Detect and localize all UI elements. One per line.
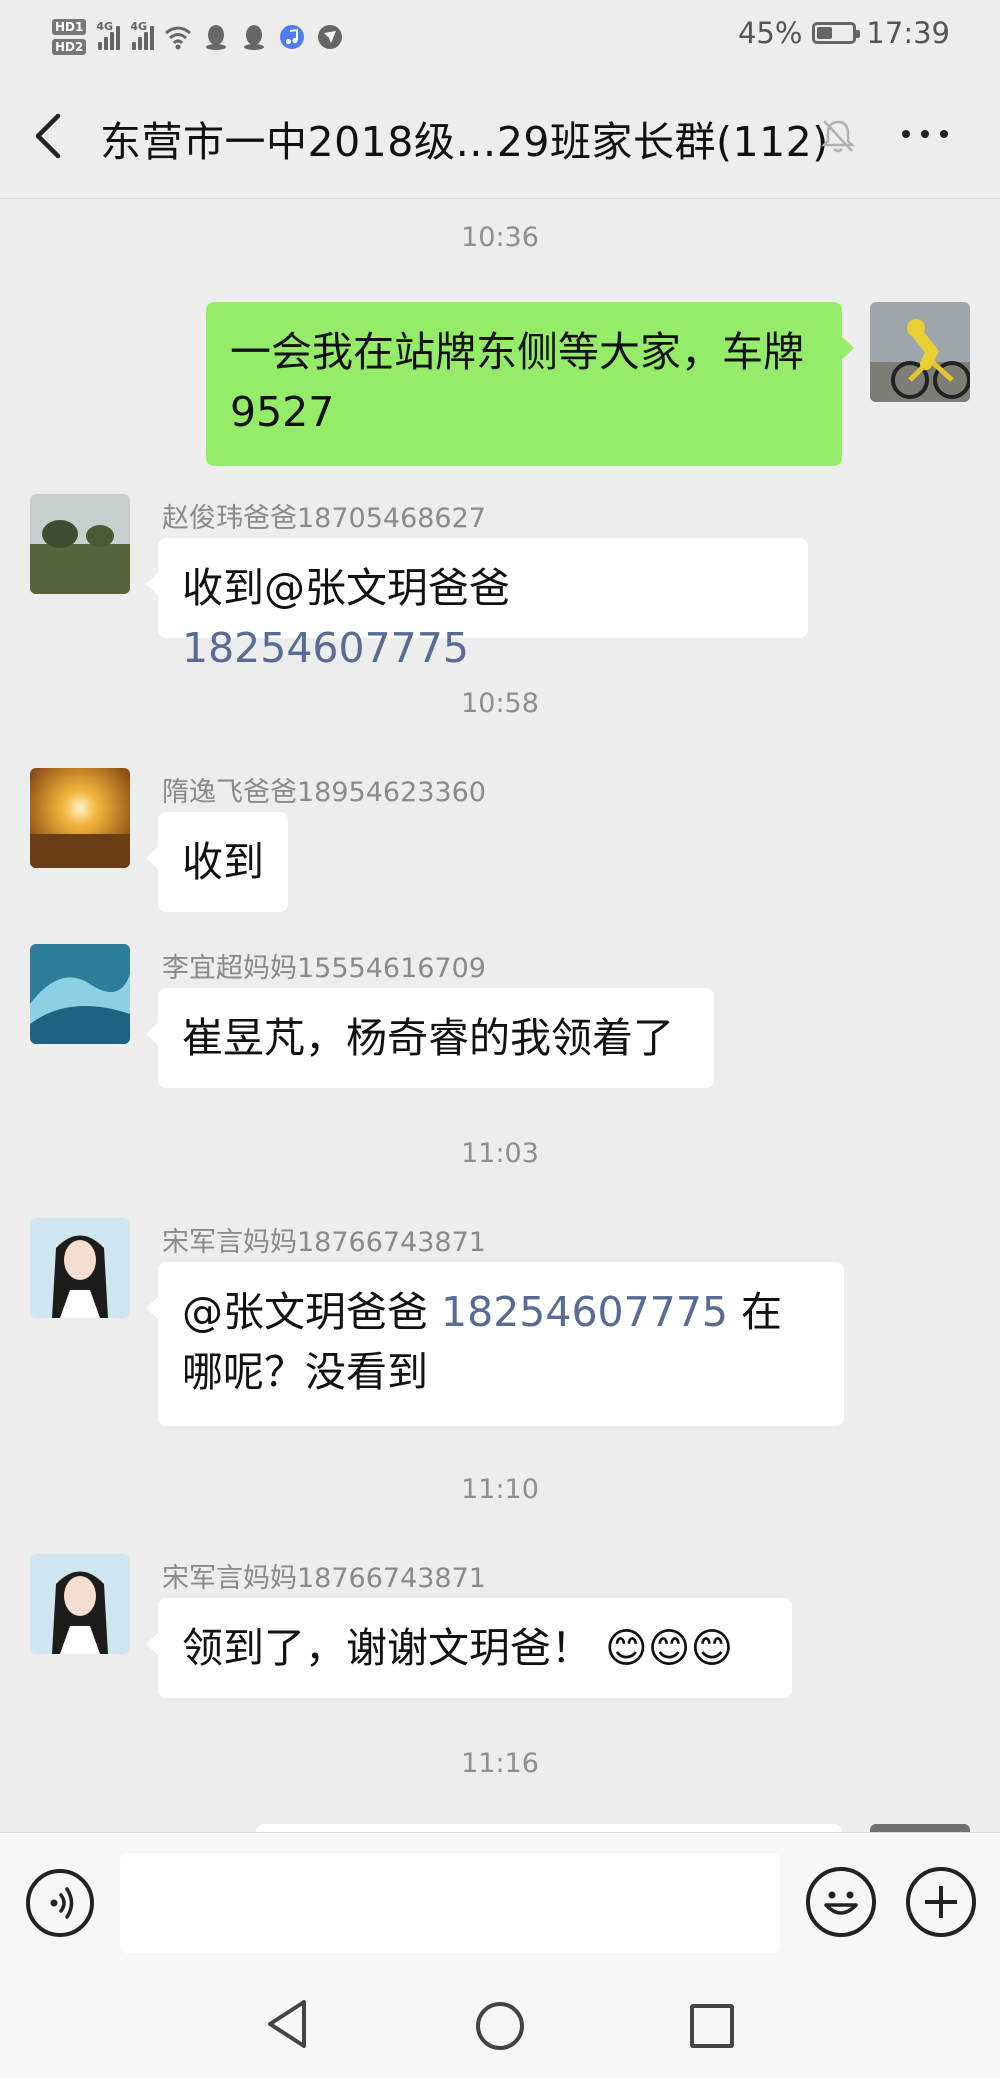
message-text: 收到@张文玥爸爸: [182, 564, 510, 612]
plus-icon[interactable]: [906, 1867, 976, 1937]
partial-message-bubble[interactable]: [256, 1824, 842, 1832]
status-indicators: HD1 HD2 4G 4G: [52, 10, 344, 64]
sender-name: 赵俊玮爸爸18705468627: [162, 503, 486, 534]
phone-link[interactable]: 18254607775: [182, 624, 469, 672]
sender-name: 宋军言妈妈18766743871: [162, 1563, 486, 1594]
battery-icon: [812, 22, 861, 44]
timestamp: 10:36: [461, 222, 539, 253]
more-icon[interactable]: [902, 130, 962, 144]
hd-badge-2: HD2: [52, 39, 87, 55]
system-home-icon[interactable]: [476, 2002, 524, 2050]
message-list[interactable]: 10:36 一会我在站牌东侧等大家，车牌9527 赵俊玮爸爸1870546862…: [0, 198, 1000, 1832]
chat-header: 东营市一中2018级…29班家长群(112): [0, 74, 1000, 199]
input-bar: [0, 1832, 1000, 1979]
sender-name: 宋军言妈妈18766743871: [162, 1227, 486, 1258]
sender-name: 隋逸飞爸爸18954623360: [162, 777, 486, 808]
message-bubble[interactable]: 崔昱芃，杨奇睿的我领着了: [146, 988, 714, 1088]
sender-name: 李宜超妈妈15554616709: [162, 953, 486, 984]
message-text: @张文玥爸爸: [182, 1288, 442, 1336]
my-avatar[interactable]: [870, 1824, 970, 1832]
system-navigation-bar: [0, 1978, 1000, 2078]
status-bar: HD1 HD2 4G 4G 45% 17:39: [0, 0, 1000, 74]
music-icon: [280, 25, 305, 49]
member-avatar[interactable]: [30, 1554, 130, 1654]
emoji-icon[interactable]: [806, 1867, 876, 1937]
battery-level: [817, 27, 833, 39]
wifi-icon: [165, 26, 192, 50]
qq-icon-2: [244, 25, 265, 50]
member-avatar[interactable]: [30, 1218, 130, 1318]
my-message-bubble[interactable]: 一会我在站牌东侧等大家，车牌9527: [206, 302, 854, 466]
system-back-icon[interactable]: [264, 1998, 310, 2050]
battery-percent: 45%: [737, 16, 803, 50]
message-bubble[interactable]: 领到了，谢谢文玥爸！ 😊😊😊: [146, 1598, 792, 1698]
my-avatar[interactable]: [870, 302, 970, 402]
hd-badge-1: HD1: [52, 19, 87, 35]
timestamp: 11:16: [461, 1748, 539, 1779]
member-avatar[interactable]: [30, 944, 130, 1044]
chat-title: 东营市一中2018级…29班家长群(112): [100, 118, 829, 166]
message-bubble[interactable]: 收到: [146, 812, 288, 912]
shield-icon: [318, 25, 343, 49]
message-input[interactable]: [120, 1853, 780, 1953]
message-bubble[interactable]: @张文玥爸爸 18254607775 在哪呢？没看到: [146, 1262, 844, 1426]
qq-icon: [206, 25, 227, 50]
system-recents-icon[interactable]: [690, 2004, 734, 2048]
timestamp: 10:58: [461, 688, 539, 719]
mute-bell-icon: [820, 120, 856, 153]
timestamp: 11:03: [461, 1138, 539, 1169]
clock: 17:39: [866, 16, 950, 50]
signal-icon-1: 4G: [96, 20, 121, 50]
member-avatar[interactable]: [30, 768, 130, 868]
message-bubble[interactable]: 收到@张文玥爸爸 18254607775: [146, 538, 808, 672]
voice-icon[interactable]: [26, 1869, 94, 1937]
phone-link[interactable]: 18254607775: [441, 1288, 728, 1336]
back-arrow-icon[interactable]: [26, 110, 74, 162]
signal-icon-2: 4G: [130, 20, 155, 50]
member-avatar[interactable]: [30, 494, 130, 594]
timestamp: 11:10: [461, 1474, 539, 1505]
